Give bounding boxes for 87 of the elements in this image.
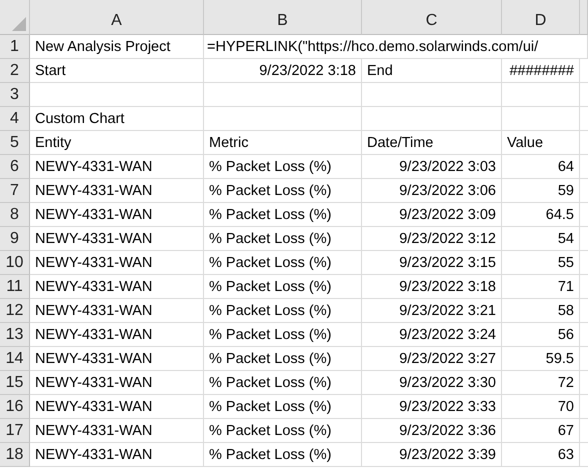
column-header[interactable]: D bbox=[502, 0, 580, 35]
table-cell: NEWY-4331-WAN bbox=[30, 419, 204, 443]
row-header[interactable]: 8 bbox=[0, 203, 30, 227]
table-cell: 9/23/2022 3:18 bbox=[204, 59, 362, 83]
table-cell: NEWY-4331-WAN bbox=[30, 323, 204, 347]
table-cell: NEWY-4331-WAN bbox=[30, 371, 204, 395]
table-cell: 59 bbox=[502, 179, 580, 203]
table-cell: Value bbox=[502, 131, 580, 155]
table-cell: Start bbox=[30, 59, 204, 83]
table-cell: 64 bbox=[502, 155, 580, 179]
table-cell: Date/Time bbox=[362, 131, 502, 155]
select-all-icon[interactable] bbox=[12, 17, 26, 31]
row-header[interactable]: 14 bbox=[0, 347, 30, 371]
table-cell: 70 bbox=[502, 395, 580, 419]
table-cell: NEWY-4331-WAN bbox=[30, 203, 204, 227]
table-cell: 56 bbox=[502, 323, 580, 347]
table-cell: 72 bbox=[502, 371, 580, 395]
table-cell: NEWY-4331-WAN bbox=[30, 227, 204, 251]
table-cell: NEWY-4331-WAN bbox=[30, 155, 204, 179]
table-cell: % Packet Loss (%) bbox=[204, 299, 362, 323]
table-cell: 9/23/2022 3:39 bbox=[362, 443, 502, 467]
table-cell: 9/23/2022 3:30 bbox=[362, 371, 502, 395]
table-cell: 9/23/2022 3:24 bbox=[362, 323, 502, 347]
table-cell: ######## bbox=[502, 59, 580, 83]
table-cell: 9/23/2022 3:12 bbox=[362, 227, 502, 251]
row-header[interactable]: 1 bbox=[0, 35, 30, 59]
table-cell: NEWY-4331-WAN bbox=[30, 443, 204, 467]
table-cell: % Packet Loss (%) bbox=[204, 443, 362, 467]
column-header[interactable]: A bbox=[30, 0, 204, 35]
table-cell: % Packet Loss (%) bbox=[204, 371, 362, 395]
table-cell: NEWY-4331-WAN bbox=[30, 395, 204, 419]
table-cell: % Packet Loss (%) bbox=[204, 179, 362, 203]
row-header[interactable]: 18 bbox=[0, 443, 30, 467]
row-header[interactable]: 4 bbox=[0, 107, 30, 131]
table-cell: NEWY-4331-WAN bbox=[30, 299, 204, 323]
table-cell: Custom Chart bbox=[30, 107, 204, 131]
table-cell: New Analysis Project bbox=[30, 35, 204, 59]
row-header[interactable]: 3 bbox=[0, 83, 30, 107]
row-header[interactable]: 11 bbox=[0, 275, 30, 299]
table-cell: =HYPERLINK("https://hco.demo.solarwinds.com/ui/ bbox=[204, 35, 588, 59]
table-cell: % Packet Loss (%) bbox=[204, 227, 362, 251]
table-cell: % Packet Loss (%) bbox=[204, 419, 362, 443]
table-cell: 71 bbox=[502, 275, 580, 299]
table-cell: 58 bbox=[502, 299, 580, 323]
table-cell: 9/23/2022 3:06 bbox=[362, 179, 502, 203]
table-cell: 9/23/2022 3:27 bbox=[362, 347, 502, 371]
table-cell: NEWY-4331-WAN bbox=[30, 347, 204, 371]
table-cell: 67 bbox=[502, 419, 580, 443]
table-cell: 63 bbox=[502, 443, 580, 467]
table-cell: 54 bbox=[502, 227, 580, 251]
table-cell: NEWY-4331-WAN bbox=[30, 275, 204, 299]
table-cell: % Packet Loss (%) bbox=[204, 155, 362, 179]
row-header[interactable]: 5 bbox=[0, 131, 30, 155]
row-header[interactable]: 9 bbox=[0, 227, 30, 251]
table-cell: 9/23/2022 3:18 bbox=[362, 275, 502, 299]
table-cell: 9/23/2022 3:03 bbox=[362, 155, 502, 179]
row-header[interactable]: 13 bbox=[0, 323, 30, 347]
table-cell: Entity bbox=[30, 131, 204, 155]
row-header[interactable]: 2 bbox=[0, 59, 30, 83]
table-cell: % Packet Loss (%) bbox=[204, 275, 362, 299]
table-cell: 9/23/2022 3:21 bbox=[362, 299, 502, 323]
table-cell: % Packet Loss (%) bbox=[204, 203, 362, 227]
table-cell: NEWY-4331-WAN bbox=[30, 179, 204, 203]
table-cell: % Packet Loss (%) bbox=[204, 347, 362, 371]
table-cell: 9/23/2022 3:09 bbox=[362, 203, 502, 227]
table-cell: 59.5 bbox=[502, 347, 580, 371]
table-cell: % Packet Loss (%) bbox=[204, 323, 362, 347]
row-header[interactable]: 6 bbox=[0, 155, 30, 179]
table-cell: 55 bbox=[502, 251, 580, 275]
table-cell: % Packet Loss (%) bbox=[204, 395, 362, 419]
row-header[interactable]: 12 bbox=[0, 299, 30, 323]
table-cell: 9/23/2022 3:15 bbox=[362, 251, 502, 275]
row-header[interactable]: 10 bbox=[0, 251, 30, 275]
table-cell: NEWY-4331-WAN bbox=[30, 251, 204, 275]
column-header[interactable]: B bbox=[204, 0, 362, 35]
table-cell: 9/23/2022 3:36 bbox=[362, 419, 502, 443]
table-cell: 9/23/2022 3:33 bbox=[362, 395, 502, 419]
row-header[interactable]: 15 bbox=[0, 371, 30, 395]
row-header[interactable]: 17 bbox=[0, 419, 30, 443]
row-header[interactable]: 16 bbox=[0, 395, 30, 419]
table-cell: 64.5 bbox=[502, 203, 580, 227]
column-header[interactable] bbox=[580, 0, 588, 35]
table-cell: Metric bbox=[204, 131, 362, 155]
table-cell: % Packet Loss (%) bbox=[204, 251, 362, 275]
row-header[interactable]: 7 bbox=[0, 179, 30, 203]
table-cell: End bbox=[362, 59, 502, 83]
column-header[interactable]: C bbox=[362, 0, 502, 35]
